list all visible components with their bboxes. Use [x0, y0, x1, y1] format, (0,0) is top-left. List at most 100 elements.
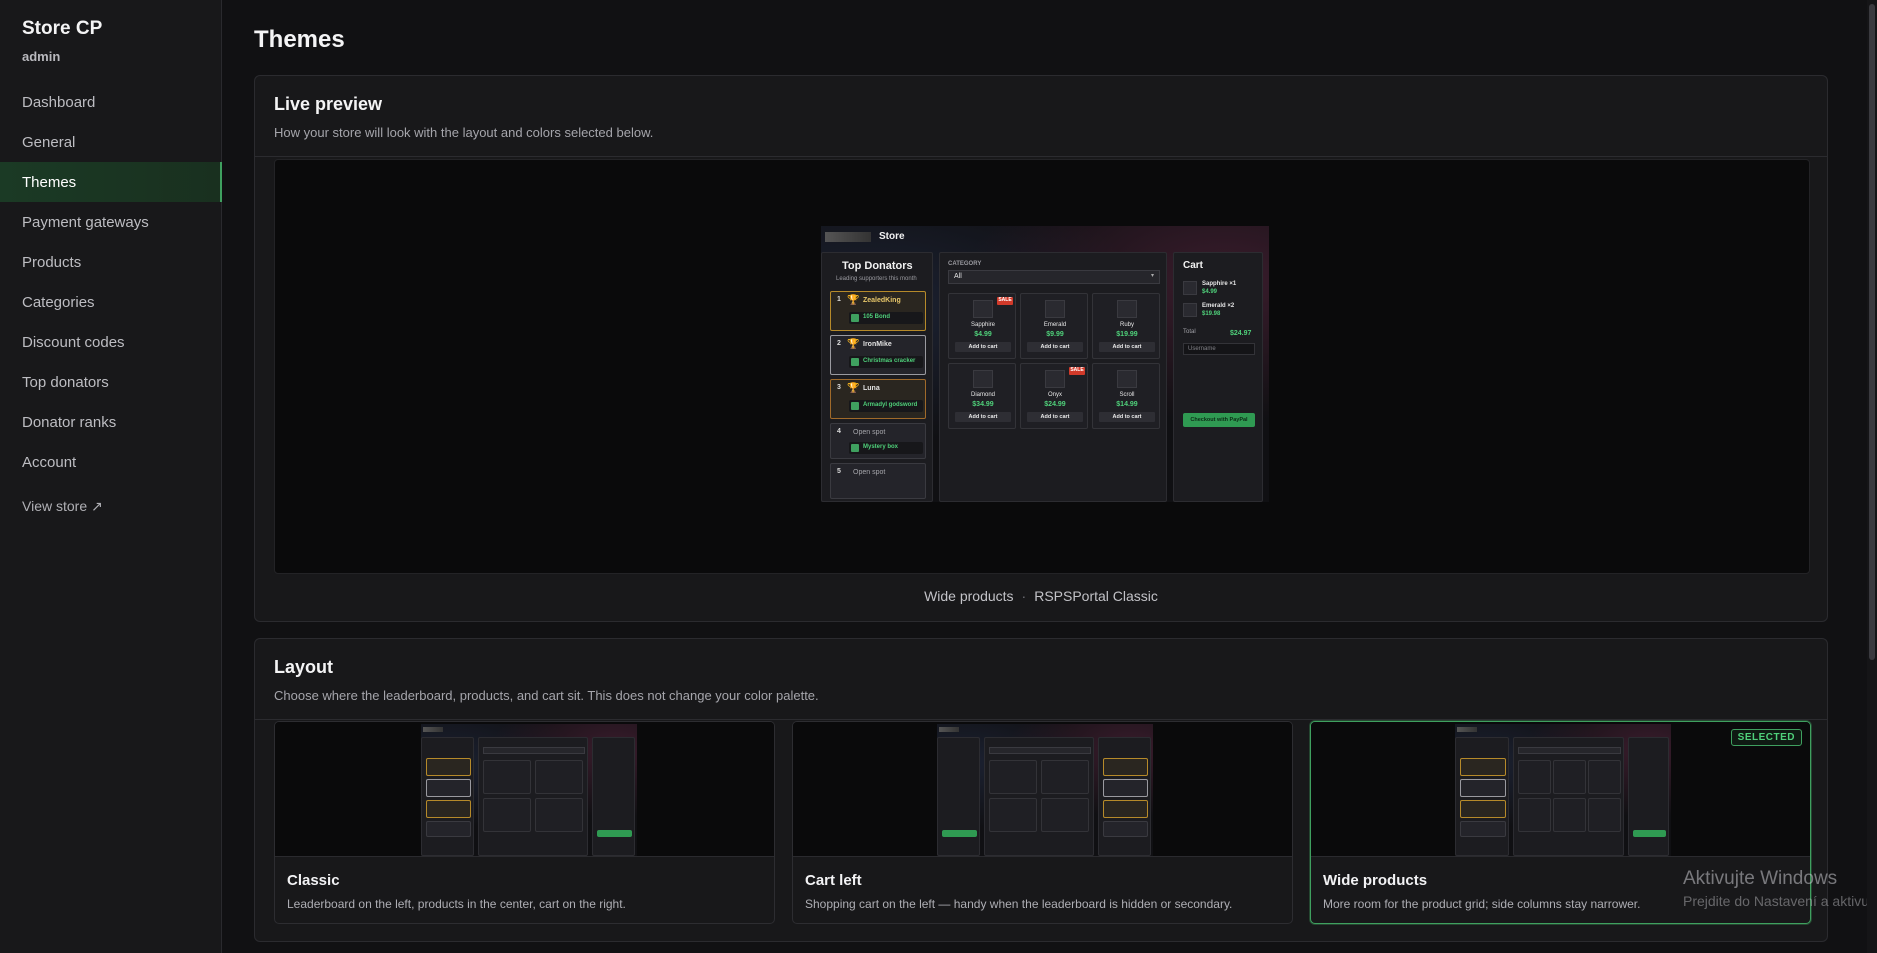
- layout-card: Layout Choose where the leaderboard, pro…: [254, 638, 1828, 942]
- donator-item: 105 Bond: [849, 312, 923, 324]
- product-image: [1045, 300, 1065, 318]
- add-to-cart-button[interactable]: Add to cart: [1099, 342, 1155, 352]
- layout-option-title: Wide products: [1323, 872, 1428, 889]
- store-preview-mock: Store Top Donators Leading supporters th…: [821, 226, 1269, 502]
- donator-item-label: Christmas cracker: [863, 358, 916, 364]
- checkout-paypal-button[interactable]: Checkout with PayPal: [1183, 413, 1255, 427]
- live-preview-card: Live preview How your store will look wi…: [254, 75, 1828, 622]
- donator-item-label: 105 Bond: [863, 314, 891, 320]
- layout-option-description: More room for the product grid; side col…: [1323, 897, 1641, 911]
- scrollbar-thumb[interactable]: [1869, 4, 1875, 660]
- thumb-donor: [1460, 779, 1506, 797]
- trophy-icon: 🏆: [847, 339, 860, 350]
- sidebar-item-discount-codes[interactable]: Discount codes: [0, 322, 222, 362]
- add-to-cart-button[interactable]: Add to cart: [955, 412, 1011, 422]
- thumb-cart: [592, 737, 635, 856]
- product-price: $4.99: [974, 331, 992, 338]
- cart-total-value: $24.97: [1230, 330, 1252, 337]
- item-icon: [851, 444, 859, 452]
- preview-caption-palette: RSPSPortal Classic: [1034, 588, 1158, 604]
- add-to-cart-button[interactable]: Add to cart: [1027, 342, 1083, 352]
- live-preview-description: How your store will look with the layout…: [274, 125, 654, 140]
- donator-rank: 4: [837, 428, 841, 435]
- page-title: Themes: [254, 26, 345, 53]
- sidebar-item-donator-ranks[interactable]: Donator ranks: [0, 402, 222, 442]
- thumb-logo: [939, 727, 959, 732]
- page-scrollbar[interactable]: [1867, 0, 1877, 953]
- app-root: Store CP admin Dashboard General Themes …: [0, 0, 1877, 953]
- cart-item-price: $19.98: [1202, 311, 1221, 317]
- thumb-donor: [426, 821, 471, 837]
- sidebar-item-account[interactable]: Account: [0, 442, 222, 482]
- layout-thumbnail: [275, 722, 774, 857]
- layout-thumbnail: [793, 722, 1292, 857]
- thumb-product: [1041, 760, 1089, 794]
- cart-item-name: Sapphire ×1: [1202, 281, 1237, 287]
- sale-badge: SALE: [1069, 367, 1085, 375]
- layout-title: Layout: [274, 657, 334, 677]
- add-to-cart-button[interactable]: Add to cart: [1099, 412, 1155, 422]
- layout-option-classic[interactable]: Classic Leaderboard on the left, product…: [274, 721, 775, 924]
- sidebar-item-payment-gateways[interactable]: Payment gateways: [0, 202, 222, 242]
- layout-header: Layout Choose where the leaderboard, pro…: [255, 639, 1827, 720]
- sidebar-item-dashboard[interactable]: Dashboard: [0, 82, 222, 122]
- sidebar-item-products[interactable]: Products: [0, 242, 222, 282]
- donator-name: Open spot: [853, 469, 886, 476]
- sale-badge: SALE: [997, 297, 1013, 305]
- donator-name: IronMike: [863, 341, 892, 348]
- donator-item-label: Armadyl godsword: [863, 402, 918, 408]
- products-panel: CATEGORY All ▾ SALE Sapphire $4.99 Add t…: [939, 252, 1167, 502]
- selected-badge: SELECTED: [1730, 729, 1802, 746]
- donator-name: Luna: [863, 385, 880, 392]
- windows-activation-subtitle: Prejdite do Nastavení a aktivujte systém…: [1683, 893, 1877, 909]
- product-price: $14.99: [1116, 401, 1138, 408]
- layout-option-description: Shopping cart on the left — handy when t…: [805, 897, 1233, 911]
- item-icon: [851, 402, 859, 410]
- trophy-icon: 🏆: [847, 383, 860, 394]
- live-preview-header: Live preview How your store will look wi…: [255, 76, 1827, 157]
- add-to-cart-button[interactable]: Add to cart: [955, 342, 1011, 352]
- product-name: Ruby: [1119, 322, 1134, 328]
- category-label: CATEGORY: [948, 261, 982, 267]
- thumb-select: [989, 747, 1091, 754]
- username-input[interactable]: Username: [1183, 343, 1255, 355]
- product-card: SALE Sapphire $4.99 Add to cart: [948, 293, 1016, 359]
- thumb-donor: [1460, 800, 1506, 818]
- thumb-select: [483, 747, 585, 754]
- layout-option-cart-left[interactable]: Cart left Shopping cart on the left — ha…: [792, 721, 1293, 924]
- donator-row: 4 Open spot Mystery box: [830, 423, 926, 459]
- donator-name: ZealedKing: [863, 297, 901, 304]
- sidebar-item-categories[interactable]: Categories: [0, 282, 222, 322]
- layout-thumbnail: SELECTED: [1311, 722, 1810, 857]
- thumb-donor: [1103, 758, 1148, 776]
- thumb-checkout: [597, 830, 632, 837]
- product-image: [973, 300, 993, 318]
- category-select[interactable]: All: [948, 270, 1160, 284]
- thumb-donor: [426, 800, 471, 818]
- sidebar-item-general[interactable]: General: [0, 122, 222, 162]
- sidebar-item-top-donators[interactable]: Top donators: [0, 362, 222, 402]
- preview-caption-layout: Wide products: [924, 588, 1014, 604]
- cart-total-label: Total: [1183, 329, 1196, 335]
- thumb-donor: [1103, 779, 1148, 797]
- top-donators-subtitle: Leading supporters this month: [836, 276, 917, 282]
- product-name: Onyx: [1047, 392, 1062, 398]
- thumb-logo: [423, 727, 443, 732]
- product-image: [1117, 370, 1137, 388]
- add-to-cart-button[interactable]: Add to cart: [1027, 412, 1083, 422]
- thumb-products: [478, 737, 588, 856]
- layout-description: Choose where the leaderboard, products, …: [274, 688, 819, 703]
- thumb-leaderboard: [421, 737, 474, 856]
- thumb-product: [1518, 760, 1551, 794]
- donator-rank: 2: [837, 340, 841, 347]
- thumb-cart: [937, 737, 980, 856]
- product-name: Sapphire: [970, 322, 996, 328]
- thumb-checkout: [942, 830, 977, 837]
- thumb-product: [989, 760, 1037, 794]
- view-store-link[interactable]: View store ↗: [22, 498, 103, 515]
- donator-row: 1 🏆 ZealedKing 105 Bond: [830, 291, 926, 331]
- sidebar-item-themes[interactable]: Themes: [0, 162, 222, 202]
- preview-caption: Wide products · RSPSPortal Classic: [255, 588, 1827, 604]
- thumb-donor: [426, 758, 471, 776]
- thumb-leaderboard: [1455, 737, 1509, 856]
